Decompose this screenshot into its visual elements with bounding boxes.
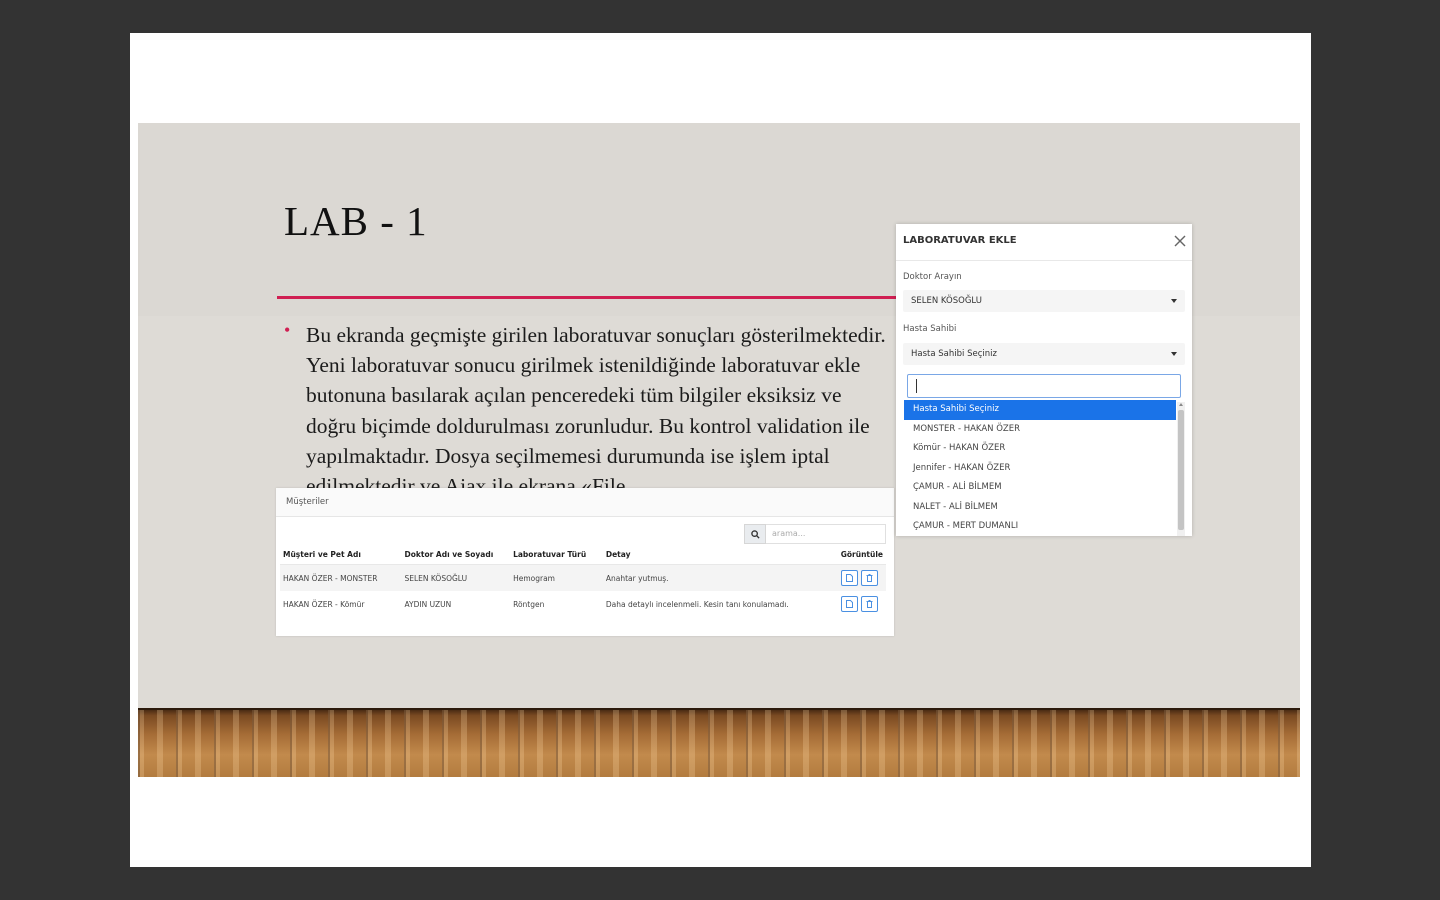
dropdown-scrollbar[interactable] [1177,402,1185,536]
table-header-row: Müşteri ve Pet Adı Doktor Adı ve Soyadı … [280,544,886,565]
scroll-up-icon[interactable] [1179,403,1183,406]
customers-panel: Müşteriler arama... Müşteri ve Pet Adı D… [276,488,894,636]
trash-icon [866,600,873,608]
customers-header: Müşteriler [276,488,894,517]
owner-options-list: Hasta Sahibi Seçiniz MONSTER - HAKAN ÖZE… [904,400,1176,536]
owner-select-value: Hasta Sahibi Seçiniz [911,349,997,359]
column-header: Doktor Adı ve Soyadı [401,544,511,565]
cell-customer: HAKAN ÖZER - Kömür [283,599,365,609]
view-file-button[interactable] [840,596,858,612]
cell-doctor: SELEN KÖSOĞLU [401,564,511,591]
owner-select[interactable]: Hasta Sahibi Seçiniz [903,343,1185,365]
bullet-block: • Bu ekranda geçmişte girilen laboratuva… [284,316,894,488]
delete-button[interactable] [860,570,878,586]
search-icon [750,529,760,539]
cell-doctor: AYDIN UZUN [404,599,452,609]
owner-option[interactable]: Jennifer - HAKAN ÖZER [904,459,1176,479]
cell-type: Röntgen [513,599,545,609]
trash-icon [866,574,873,582]
table-row: HAKAN ÖZER - MONSTER SELEN KÖSOĞLU Hemog… [280,564,886,591]
owner-option[interactable]: MONSTER - HAKAN ÖZER [904,420,1176,440]
slide-title: LAB - 1 [284,198,428,244]
doctor-select[interactable]: SELEN KÖSOĞLU [903,290,1185,312]
owner-option[interactable]: Kömür - HAKAN ÖZER [904,439,1176,459]
cell-detail: Anahtar yutmuş. [602,564,838,591]
dropdown-search-input[interactable] [907,374,1181,398]
view-file-button[interactable] [840,570,858,586]
modal-title: LABORATUVAR EKLE [903,235,1017,246]
bullet-text: Bu ekranda geçmişte girilen laboratuvar … [306,323,886,488]
bullet-dot-icon: • [284,320,291,340]
chevron-down-icon [1171,352,1177,356]
owner-option[interactable]: NALET - ALİ BİLMEM [904,498,1176,518]
delete-button[interactable] [860,596,878,612]
cell-type: Hemogram [510,564,603,591]
cell-actions [838,591,886,617]
cell-actions [837,564,886,591]
add-lab-modal: LABORATUVAR EKLE Doktor Arayın SELEN KÖS… [896,224,1192,536]
owner-option[interactable]: Hasta Sahibi Seçiniz [904,400,1176,420]
cell-detail: Daha detaylı incelenmeli. Kesin tanı kon… [605,599,789,609]
column-header: Müşteri ve Pet Adı [280,544,402,565]
column-header: Görüntüle [837,544,886,565]
search-box: arama... [744,524,886,544]
title-underline [277,296,897,299]
chevron-down-icon [1171,299,1177,303]
column-header: Laboratuvar Türü [510,544,603,565]
file-icon [845,574,853,582]
owner-option[interactable]: ÇAMUR - ALİ BİLMEM [904,478,1176,498]
column-header: Detay [602,544,838,565]
owner-label: Hasta Sahibi [903,324,957,334]
wood-floor-image [138,708,1300,777]
modal-header: LABORATUVAR EKLE [896,224,1192,261]
text-cursor [916,379,917,393]
owner-option[interactable]: ÇAMUR - MERT DUMANLI [904,517,1176,536]
cell-customer: HAKAN ÖZER - MONSTER [280,564,402,591]
close-icon[interactable] [1173,234,1187,248]
customers-table: Müşteri ve Pet Adı Doktor Adı ve Soyadı … [280,544,886,617]
doctor-label: Doktor Arayın [903,272,962,282]
table-row: HAKAN ÖZER - Kömür AYDIN UZUN Röntgen Da… [280,591,886,617]
doctor-select-value: SELEN KÖSOĞLU [911,296,982,306]
scrollbar-thumb[interactable] [1178,410,1184,530]
search-button[interactable] [744,524,766,544]
file-icon [845,600,853,608]
search-input[interactable]: arama... [766,524,886,544]
